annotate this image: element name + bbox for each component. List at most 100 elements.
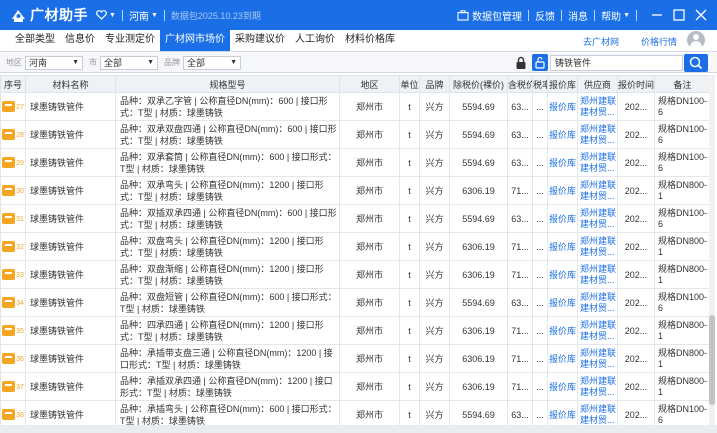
supplier-link[interactable]: 郑州建联建材贸... bbox=[577, 204, 618, 233]
table-row[interactable]: 28 球墨铸铁管件 品种：双承双盘四通 | 公称直径DN(mm)：600 | 接口形… bbox=[0, 120, 711, 149]
row-tag-icon[interactable] bbox=[2, 409, 16, 421]
table-row[interactable]: 30 球墨铸铁管件 品种：双承弯头 | 公称直径DN(mm)：1200 | 接口形式… bbox=[0, 176, 711, 205]
table-row[interactable]: 29 球墨铸铁管件 品种：双承套筒 | 公称直径DN(mm)：600 | 接口形式：… bbox=[0, 148, 711, 177]
search-button[interactable] bbox=[684, 54, 708, 72]
row-tag-icon[interactable] bbox=[2, 353, 16, 365]
package-manage-button[interactable]: 数据包管理 bbox=[457, 8, 522, 23]
row-number-cell[interactable]: 27 bbox=[0, 92, 26, 121]
supplier-link[interactable]: 郑州建联建材贸... bbox=[577, 400, 618, 425]
messages-button[interactable]: 消息 bbox=[568, 8, 588, 23]
goto-site-link[interactable]: 去广材网 bbox=[583, 35, 619, 48]
quote-library-link[interactable]: 报价库 bbox=[547, 120, 578, 149]
table-row[interactable]: 33 球墨铸铁管件 品种：双盘渐缩 | 公称直径DN(mm)：1200 | 接口形式… bbox=[0, 260, 711, 289]
row-tag-icon[interactable] bbox=[2, 213, 16, 225]
column-header[interactable]: 品牌 bbox=[419, 75, 450, 93]
table-row[interactable]: 34 球墨铸铁管件 品种：双盘短管 | 公称直径DN(mm)：600 | 接口形式：… bbox=[0, 288, 711, 317]
column-header[interactable]: 规格型号 bbox=[115, 75, 340, 93]
row-tag-icon[interactable] bbox=[2, 381, 16, 393]
quote-library-link[interactable]: 报价库 bbox=[547, 400, 578, 425]
supplier-link[interactable]: 郑州建联建材贸... bbox=[577, 372, 618, 401]
row-number-cell[interactable]: 34 bbox=[0, 288, 26, 317]
help-menu[interactable]: 帮助 ▼ bbox=[601, 8, 630, 23]
quote-library-link[interactable]: 报价库 bbox=[547, 204, 578, 233]
favorites-menu[interactable]: ▼ bbox=[96, 10, 116, 20]
column-header[interactable]: 除税价(裸价) bbox=[449, 75, 508, 93]
tab-all-types[interactable]: 全部类型 bbox=[10, 29, 60, 51]
table-row[interactable]: 27 球墨铸铁管件 品种：双承乙字管 | 公称直径DN(mm)：600 | 接口形式… bbox=[0, 92, 711, 121]
quote-library-link[interactable]: 报价库 bbox=[547, 372, 578, 401]
horizontal-scrollbar[interactable] bbox=[0, 425, 717, 433]
row-number-cell[interactable]: 29 bbox=[0, 148, 26, 177]
quote-library-link[interactable]: 报价库 bbox=[547, 92, 578, 121]
user-avatar-icon[interactable] bbox=[687, 31, 705, 49]
column-header[interactable]: 备注 bbox=[654, 75, 711, 93]
row-tag-icon[interactable] bbox=[2, 241, 16, 253]
column-header[interactable]: 含税价 bbox=[507, 75, 533, 93]
table-row[interactable]: 31 球墨铸铁管件 品种：双插双承四通 | 公称直径DN(mm)：600 | 接口形… bbox=[0, 204, 711, 233]
column-header[interactable]: 报价库 bbox=[547, 75, 578, 93]
minimize-icon[interactable] bbox=[649, 7, 665, 23]
unlock-toggle[interactable] bbox=[532, 54, 548, 71]
table-row[interactable]: 37 球墨铸铁管件 品种：承插双承四通 | 公称直径DN(mm)：1200 | 接口… bbox=[0, 372, 711, 401]
tab-manual-inquiry[interactable]: 人工询价 bbox=[290, 29, 340, 51]
quote-library-link[interactable]: 报价库 bbox=[547, 344, 578, 373]
tab-material-library[interactable]: 材料价格库 bbox=[340, 29, 400, 51]
column-header[interactable]: 税率 bbox=[532, 75, 548, 93]
region-selector[interactable]: 河南 ▼ bbox=[129, 8, 158, 23]
row-number-cell[interactable]: 33 bbox=[0, 260, 26, 289]
supplier-link[interactable]: 郑州建联建材贸... bbox=[577, 120, 618, 149]
row-tag-icon[interactable] bbox=[2, 129, 16, 141]
column-header[interactable]: 报价时间 bbox=[617, 75, 655, 93]
supplier-link[interactable]: 郑州建联建材贸... bbox=[577, 288, 618, 317]
supplier-link[interactable]: 郑州建联建材贸... bbox=[577, 260, 618, 289]
quote-library-link[interactable]: 报价库 bbox=[547, 288, 578, 317]
quote-library-link[interactable]: 报价库 bbox=[547, 260, 578, 289]
row-number-cell[interactable]: 28 bbox=[0, 120, 26, 149]
row-number-cell[interactable]: 32 bbox=[0, 232, 26, 261]
supplier-link[interactable]: 郑州建联建材贸... bbox=[577, 148, 618, 177]
row-number-cell[interactable]: 35 bbox=[0, 316, 26, 345]
table-row[interactable]: 38 球墨铸铁管件 品种：承插弯头 | 公称直径DN(mm)：600 | 接口形式：… bbox=[0, 400, 711, 425]
row-tag-icon[interactable] bbox=[2, 101, 16, 113]
tab-market-price[interactable]: 广材网市场价 bbox=[160, 29, 230, 51]
row-tag-icon[interactable] bbox=[2, 269, 16, 281]
search-input[interactable]: 铸铁管件 bbox=[550, 55, 683, 71]
close-icon[interactable] bbox=[693, 7, 709, 23]
row-number-cell[interactable]: 31 bbox=[0, 204, 26, 233]
supplier-link[interactable]: 郑州建联建材贸... bbox=[577, 92, 618, 121]
tab-professional-price[interactable]: 专业测定价 bbox=[100, 29, 160, 51]
row-tag-icon[interactable] bbox=[2, 325, 16, 337]
quote-library-link[interactable]: 报价库 bbox=[547, 148, 578, 177]
scrollbar-thumb[interactable] bbox=[709, 315, 715, 405]
table-row[interactable]: 32 球墨铸铁管件 品种：双盘弯头 | 公称直径DN(mm)：1200 | 接口形式… bbox=[0, 232, 711, 261]
column-header[interactable]: 材料名称 bbox=[25, 75, 116, 93]
row-number-cell[interactable]: 36 bbox=[0, 344, 26, 373]
table-row[interactable]: 35 球墨铸铁管件 品种：四承四通 | 公称直径DN(mm)：1200 | 接口形式… bbox=[0, 316, 711, 345]
supplier-link[interactable]: 郑州建联建材贸... bbox=[577, 344, 618, 373]
row-number-cell[interactable]: 37 bbox=[0, 372, 26, 401]
quote-library-link[interactable]: 报价库 bbox=[547, 176, 578, 205]
quote-library-link[interactable]: 报价库 bbox=[547, 316, 578, 345]
column-header[interactable]: 单位 bbox=[399, 75, 420, 93]
vertical-scrollbar[interactable] bbox=[709, 75, 715, 425]
city-filter-select[interactable]: 全部 ▼ bbox=[100, 55, 158, 70]
supplier-link[interactable]: 郑州建联建材贸... bbox=[577, 176, 618, 205]
region-filter-select[interactable]: 河南 ▼ bbox=[25, 55, 83, 70]
brand-filter-select[interactable]: 全部 ▼ bbox=[183, 55, 241, 70]
lock-icon[interactable] bbox=[515, 56, 527, 70]
column-header[interactable]: 序号 bbox=[0, 75, 26, 93]
row-tag-icon[interactable] bbox=[2, 157, 16, 169]
tab-info-price[interactable]: 信息价 bbox=[60, 29, 100, 51]
quote-library-link[interactable]: 报价库 bbox=[547, 232, 578, 261]
supplier-link[interactable]: 郑州建联建材贸... bbox=[577, 232, 618, 261]
table-row[interactable]: 36 球墨铸铁管件 品种：承插带支盘三通 | 公称直径DN(mm)：1200 | 接… bbox=[0, 344, 711, 373]
maximize-icon[interactable] bbox=[671, 7, 687, 23]
row-tag-icon[interactable] bbox=[2, 297, 16, 309]
feedback-button[interactable]: 反馈 bbox=[535, 8, 555, 23]
row-number-cell[interactable]: 38 bbox=[0, 400, 26, 425]
supplier-link[interactable]: 郑州建联建材贸... bbox=[577, 316, 618, 345]
row-tag-icon[interactable] bbox=[2, 185, 16, 197]
price-trend-link[interactable]: 价格行情 bbox=[641, 35, 677, 48]
column-header[interactable]: 地区 bbox=[339, 75, 400, 93]
column-header[interactable]: 供应商 bbox=[577, 75, 618, 93]
